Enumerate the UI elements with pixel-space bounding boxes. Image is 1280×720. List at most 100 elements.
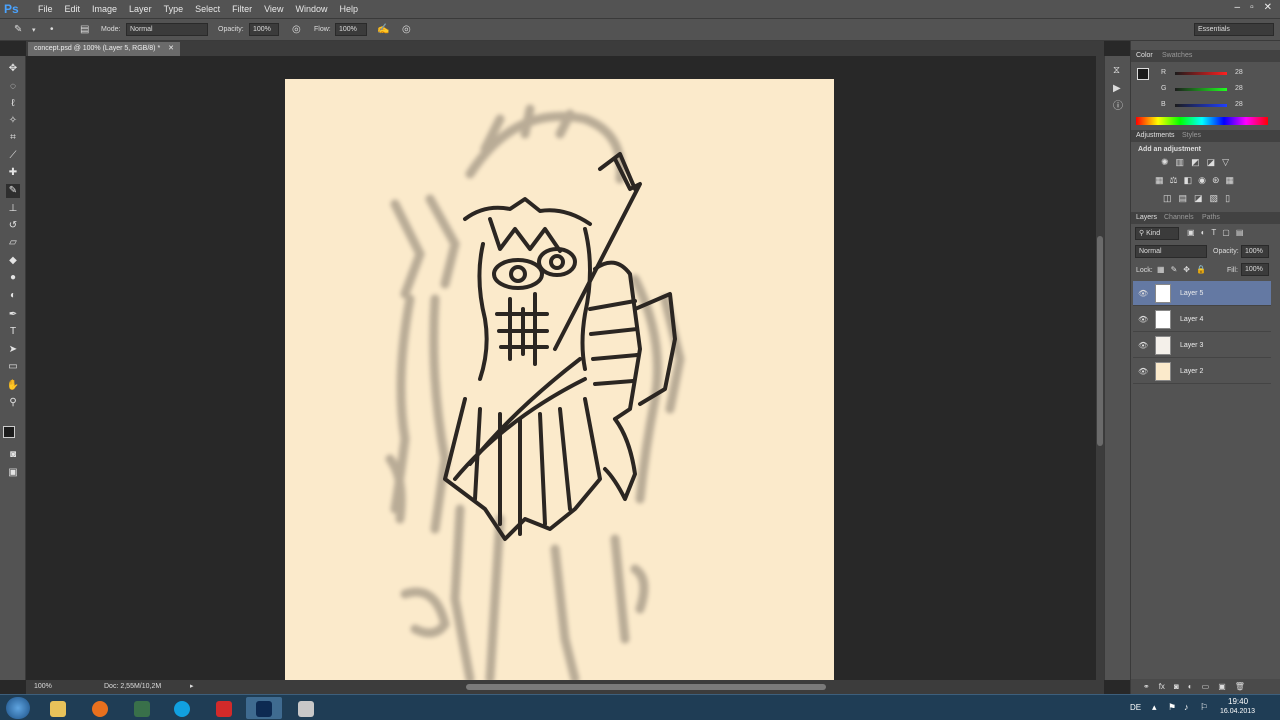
- dodge-tool-icon[interactable]: ●: [6, 271, 20, 285]
- chevron-down-icon[interactable]: ▾: [32, 26, 36, 36]
- layer-name[interactable]: Layer 3: [1180, 342, 1203, 349]
- workspace-select[interactable]: Essentials: [1194, 23, 1274, 36]
- canvas-area[interactable]: [26, 56, 1096, 680]
- taskbar-explorer[interactable]: [40, 697, 76, 719]
- filter-pixel-icon[interactable]: ▣: [1187, 228, 1195, 237]
- vibrance-icon[interactable]: ▽: [1222, 157, 1229, 168]
- lock-all-icon[interactable]: 🔒: [1196, 265, 1206, 274]
- tray-chevron-icon[interactable]: ▴: [1152, 702, 1157, 713]
- layer-row[interactable]: 👁 Layer 5: [1133, 281, 1271, 306]
- opacity-input[interactable]: 100%: [249, 23, 279, 36]
- menu-window[interactable]: Window: [289, 4, 333, 14]
- zoom-tool-icon[interactable]: ⚲: [6, 396, 20, 410]
- selective-color-icon[interactable]: ▧: [1210, 193, 1219, 204]
- color-panel-foreground-swatch[interactable]: [1137, 68, 1149, 80]
- restore-button[interactable]: ▫: [1250, 2, 1254, 13]
- horizontal-scroll-thumb[interactable]: [466, 684, 826, 690]
- vertical-scrollbar[interactable]: [1096, 56, 1104, 680]
- rectangle-tool-icon[interactable]: ▭: [6, 360, 20, 374]
- taskbar-app[interactable]: [124, 697, 160, 719]
- menu-filter[interactable]: Filter: [226, 4, 258, 14]
- channel-mixer-icon[interactable]: ⊛: [1212, 175, 1220, 186]
- clock-date[interactable]: 16.04.2013: [1220, 708, 1255, 715]
- screen-mode-icon[interactable]: ▣: [6, 466, 20, 480]
- layer-row[interactable]: 👁 Layer 3: [1133, 333, 1271, 358]
- channel-r-value[interactable]: 28: [1235, 69, 1243, 76]
- channel-g-slider[interactable]: [1175, 88, 1227, 91]
- photo-filter-icon[interactable]: ◉: [1198, 175, 1206, 186]
- tab-color[interactable]: Color: [1133, 51, 1156, 60]
- layer-style-icon[interactable]: fx: [1159, 679, 1165, 694]
- flow-input[interactable]: 100%: [335, 23, 367, 36]
- layer-opacity-input[interactable]: 100%: [1241, 245, 1269, 258]
- filter-adjustment-icon[interactable]: ◐: [1201, 228, 1206, 237]
- path-select-tool-icon[interactable]: ➤: [6, 343, 20, 357]
- clone-stamp-tool-icon[interactable]: ⊥: [6, 202, 20, 216]
- actions-panel-icon[interactable]: ▶: [1113, 84, 1121, 94]
- history-brush-tool-icon[interactable]: ↺: [6, 219, 20, 233]
- filter-smart-object-icon[interactable]: ▤: [1236, 228, 1244, 237]
- link-layers-icon[interactable]: ⚭: [1143, 679, 1150, 694]
- language-indicator[interactable]: DE: [1130, 703, 1141, 712]
- mode-select[interactable]: Normal: [126, 23, 208, 36]
- info-panel-icon[interactable]: ⓘ: [1113, 102, 1123, 112]
- color-balance-icon[interactable]: ⚖: [1170, 175, 1178, 186]
- brush-size-icon[interactable]: •: [50, 25, 54, 35]
- eye-icon[interactable]: 👁: [1138, 315, 1148, 324]
- fill-input[interactable]: 100%: [1241, 263, 1269, 276]
- foreground-color-swatch[interactable]: [3, 426, 15, 438]
- delete-layer-icon[interactable]: 🗑: [1235, 679, 1245, 694]
- color-spectrum-ramp[interactable]: [1136, 117, 1268, 125]
- taskbar-tool[interactable]: [288, 697, 324, 719]
- new-group-icon[interactable]: ▭: [1202, 679, 1210, 694]
- menu-image[interactable]: Image: [86, 4, 123, 14]
- exposure-icon[interactable]: ◪: [1207, 157, 1216, 168]
- eye-icon[interactable]: 👁: [1138, 367, 1148, 376]
- volume-icon[interactable]: ♪: [1184, 702, 1189, 712]
- flag-icon[interactable]: ⚐: [1200, 702, 1208, 713]
- tab-swatches[interactable]: Swatches: [1159, 51, 1195, 60]
- blend-mode-select[interactable]: Normal: [1135, 245, 1207, 258]
- hue-saturation-icon[interactable]: ▦: [1155, 175, 1164, 186]
- pen-tool-icon[interactable]: ✒: [6, 308, 20, 322]
- crop-tool-icon[interactable]: ⌗: [6, 131, 20, 145]
- type-tool-icon[interactable]: T: [6, 325, 20, 339]
- move-tool-icon[interactable]: ✥: [6, 62, 20, 76]
- posterize-icon[interactable]: ▤: [1179, 193, 1188, 204]
- menu-edit[interactable]: Edit: [59, 4, 87, 14]
- layer-row[interactable]: 👁 Layer 4: [1133, 307, 1271, 332]
- blur-tool-icon[interactable]: ◐: [6, 289, 20, 303]
- airbrush-icon[interactable]: ✍: [377, 25, 389, 35]
- clock-time[interactable]: 19:40: [1228, 697, 1248, 706]
- taskbar-app-red[interactable]: [206, 697, 242, 719]
- healing-brush-tool-icon[interactable]: ✚: [6, 166, 20, 180]
- tab-paths[interactable]: Paths: [1199, 213, 1223, 222]
- hand-tool-icon[interactable]: ✋: [6, 379, 20, 393]
- channel-r-slider[interactable]: [1175, 72, 1227, 75]
- quick-select-tool-icon[interactable]: ✧: [6, 114, 20, 128]
- brush-tool-preset-icon[interactable]: ✎: [14, 25, 22, 35]
- channel-b-value[interactable]: 28: [1235, 101, 1243, 108]
- quick-mask-icon[interactable]: ◙: [6, 448, 20, 462]
- start-button[interactable]: [6, 697, 30, 719]
- tab-layers[interactable]: Layers: [1133, 213, 1160, 222]
- paint-bucket-tool-icon[interactable]: ◆: [6, 254, 20, 268]
- marquee-tool-icon[interactable]: ◌: [6, 80, 20, 94]
- brush-tool-icon[interactable]: ✎: [6, 184, 20, 198]
- layer-mask-icon[interactable]: ◙: [1174, 679, 1179, 694]
- menu-select[interactable]: Select: [189, 4, 226, 14]
- lasso-tool-icon[interactable]: ℓ: [6, 97, 20, 111]
- filter-type-icon[interactable]: T: [1211, 228, 1216, 237]
- taskbar-firefox[interactable]: [82, 697, 118, 719]
- tab-styles[interactable]: Styles: [1179, 131, 1204, 140]
- eye-icon[interactable]: 👁: [1138, 341, 1148, 350]
- brightness-contrast-icon[interactable]: ✺: [1161, 157, 1169, 168]
- lock-image-icon[interactable]: ✎: [1171, 265, 1178, 274]
- menu-type[interactable]: Type: [158, 4, 190, 14]
- vertical-scroll-thumb[interactable]: [1097, 236, 1103, 446]
- menu-layer[interactable]: Layer: [123, 4, 158, 14]
- status-menu-arrow-icon[interactable]: ▸: [190, 682, 194, 690]
- filter-shape-icon[interactable]: ▢: [1222, 228, 1230, 237]
- invert-icon[interactable]: ◫: [1163, 193, 1172, 204]
- channel-b-slider[interactable]: [1175, 104, 1227, 107]
